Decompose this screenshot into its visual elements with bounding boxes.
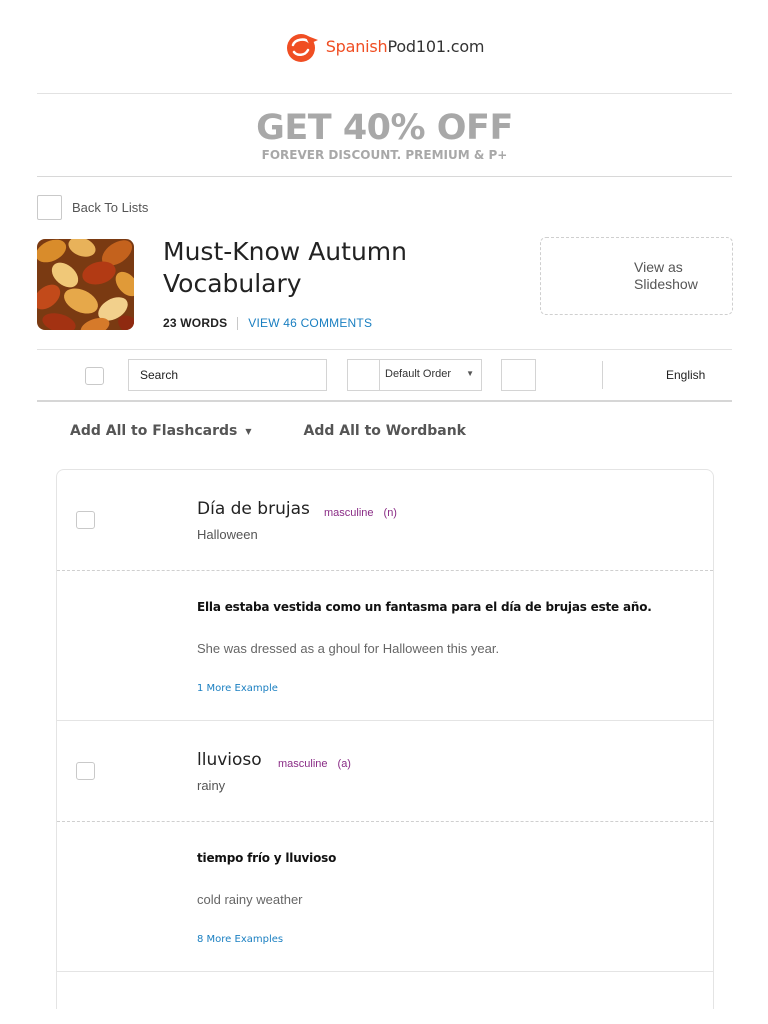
toolbar-divider: [602, 361, 603, 389]
vocabulary-list: Día de brujas masculine (n) Halloween Ell…: [56, 469, 714, 1009]
more-examples-link[interactable]: 1 More Example: [197, 683, 278, 694]
vocab-example: tiempo frío y lluvioso cold rainy weathe…: [57, 822, 713, 972]
caret-down-icon: ▼: [245, 426, 252, 436]
bulk-actions: Add All to Flashcards ▼ Add All to Wordb…: [70, 423, 466, 439]
autumn-leaves-thumbnail: [37, 239, 134, 330]
back-to-lists-link[interactable]: Back To Lists: [37, 195, 148, 220]
vocab-entry: lluvioso masculine (a) rainy: [57, 721, 713, 822]
promo-banner[interactable]: GET 40% OFF FOREVER DISCOUNT. PREMIUM & …: [37, 94, 732, 177]
sort-direction-button[interactable]: [348, 360, 380, 390]
meta-divider: [237, 316, 239, 330]
site-logo[interactable]: SpanishPod101.com: [285, 31, 485, 63]
add-all-to-flashcards-label: Add All to Flashcards: [70, 423, 238, 439]
part-of-speech-tag: (n): [383, 507, 397, 519]
vocab-translation: rainy: [197, 778, 226, 793]
search-input[interactable]: [128, 359, 327, 391]
add-all-to-wordbank-button[interactable]: Add All to Wordbank: [304, 423, 466, 439]
more-examples-link[interactable]: 8 More Examples: [197, 934, 283, 945]
word-tags: masculine (n): [324, 507, 397, 519]
chevron-down-icon: ▼: [466, 369, 474, 378]
word-count: 23 WORDS: [163, 316, 228, 330]
example-english: She was dressed as a ghoul for Halloween…: [197, 641, 500, 656]
gender-tag: masculine: [324, 507, 374, 519]
back-arrow-icon: [37, 195, 62, 220]
word-tags: masculine (a): [278, 758, 351, 770]
logo-text: SpanishPod101.com: [325, 37, 485, 56]
language-toggle[interactable]: English: [666, 368, 705, 382]
vocab-entry: Día de brujas masculine (n) Halloween: [57, 470, 713, 571]
back-to-lists-label: Back To Lists: [72, 200, 149, 215]
view-toggle-button[interactable]: [501, 359, 536, 391]
vocab-word[interactable]: lluvioso: [197, 750, 262, 770]
list-meta: 23 WORDS VIEW 46 COMMENTS: [163, 316, 372, 330]
example-spanish: Ella estaba vestida como un fantasma par…: [197, 600, 652, 614]
list-title: Must-Know Autumn Vocabulary: [163, 237, 407, 298]
example-spanish: tiempo frío y lluvioso: [197, 851, 337, 865]
view-comments-link[interactable]: VIEW 46 COMMENTS: [248, 316, 372, 330]
add-all-to-flashcards-button[interactable]: Add All to Flashcards ▼: [70, 423, 252, 439]
example-english: cold rainy weather: [197, 892, 303, 907]
sort-order-label: Default Order: [385, 368, 452, 380]
part-of-speech-tag: (a): [337, 758, 351, 770]
entry-checkbox[interactable]: [76, 511, 95, 529]
view-as-slideshow-button[interactable]: View as Slideshow: [540, 237, 733, 315]
list-toolbar: Default Order ▼ English: [37, 349, 732, 402]
gender-tag: masculine: [278, 758, 328, 770]
vocab-example: Ella estaba vestida como un fantasma par…: [57, 571, 713, 721]
promo-title: GET 40% OFF: [256, 108, 513, 148]
slideshow-label: View as Slideshow: [634, 259, 698, 292]
site-header: SpanishPod101.com: [37, 0, 732, 94]
sort-order-select[interactable]: Default Order ▼: [347, 359, 482, 391]
vocab-word[interactable]: Día de brujas: [197, 499, 310, 519]
spanishpod-logo-icon: [286, 33, 318, 62]
select-all-checkbox[interactable]: [85, 367, 104, 385]
vocab-translation: Halloween: [197, 527, 258, 542]
promo-subtitle: FOREVER DISCOUNT. PREMIUM & P+: [261, 148, 508, 162]
entry-checkbox[interactable]: [76, 762, 95, 780]
